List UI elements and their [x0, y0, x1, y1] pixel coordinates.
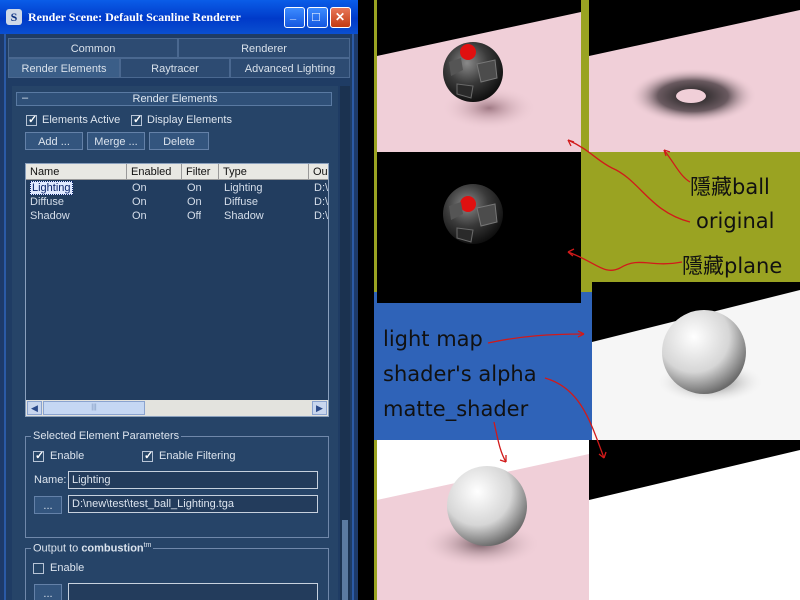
list-row-enabled[interactable]: On: [132, 195, 147, 209]
scroll-left-icon[interactable]: ◀: [27, 401, 42, 415]
tab-render-elements[interactable]: Render Elements: [8, 58, 120, 78]
list-row-enabled[interactable]: On: [132, 209, 147, 223]
combustion-browse-button[interactable]: ...: [34, 584, 62, 600]
close-button[interactable]: ✕: [330, 7, 351, 28]
list-row-name[interactable]: Shadow: [30, 209, 70, 223]
minimize-icon: _: [290, 9, 297, 21]
merge-button[interactable]: Merge ...: [87, 132, 145, 150]
column-header-enabled[interactable]: Enabled: [127, 164, 182, 180]
list-row-output[interactable]: D:\: [314, 209, 328, 223]
list-row-output[interactable]: D:\: [314, 181, 328, 195]
elements-active-label: Elements Active: [42, 114, 121, 126]
3dsmax-app-icon[interactable]: S: [6, 9, 22, 25]
combustion-title-prefix: Output to: [33, 542, 82, 555]
tab-renderer[interactable]: Renderer: [178, 38, 350, 58]
tab-bar: Common Renderer Render Elements Raytrace…: [4, 38, 354, 82]
elements-active-checkbox[interactable]: ✓: [26, 114, 38, 126]
annotation-hide-ball: 隱藏ball: [690, 175, 770, 199]
column-header-type[interactable]: Type: [219, 164, 309, 180]
checkmark-icon: ✓: [133, 114, 143, 126]
delete-button[interactable]: Delete: [149, 132, 209, 150]
maximize-button[interactable]: □: [307, 7, 328, 28]
checkmark-icon: ✓: [28, 114, 38, 126]
tab-advanced-lighting[interactable]: Advanced Lighting: [230, 58, 350, 78]
combustion-enable-label: Enable: [50, 562, 85, 574]
trademark-mark: tm: [143, 542, 152, 549]
annotation-matte-shader: matte_shader: [383, 397, 529, 421]
scrollbar-thumb[interactable]: |||: [43, 401, 145, 415]
maximize-icon: □: [312, 9, 320, 24]
enable-checkbox[interactable]: ✓: [33, 450, 45, 462]
combustion-path-field[interactable]: [68, 583, 318, 600]
list-row-filter[interactable]: On: [187, 195, 202, 209]
minimize-button[interactable]: _: [284, 7, 305, 28]
list-row-name[interactable]: Lighting: [30, 181, 73, 195]
checkmark-icon: ✓: [144, 450, 154, 462]
rollout-title: Render Elements: [132, 93, 218, 105]
render-matte-shader: [589, 440, 800, 600]
name-label: Name:: [34, 474, 67, 486]
element-name-field[interactable]: Lighting: [68, 471, 318, 489]
annotation-light-map: light map: [383, 327, 483, 351]
enable-filtering-label: Enable Filtering: [159, 450, 236, 462]
tab-raytracer[interactable]: Raytracer: [120, 58, 230, 78]
combustion-title-bold: combustion: [81, 542, 144, 555]
list-row-filter[interactable]: On: [187, 181, 202, 195]
column-header-name[interactable]: Name: [26, 164, 127, 180]
black-edge-strip: [358, 0, 374, 600]
combustion-output-title: Output to combustiontm: [31, 542, 154, 555]
tab-common[interactable]: Common: [8, 38, 178, 58]
output-path-field[interactable]: D:\new\test\test_ball_Lighting.tga: [68, 495, 318, 513]
render-light-map: [592, 282, 800, 440]
render-elements-rollout-header[interactable]: – Render Elements: [16, 92, 332, 106]
display-elements-label: Display Elements: [147, 114, 232, 126]
render-hide-ball: [589, 0, 800, 152]
list-row-type[interactable]: Lighting: [224, 181, 263, 195]
enable-filtering-checkbox[interactable]: ✓: [142, 450, 154, 462]
render-shaders-alpha: [377, 440, 589, 600]
list-row-enabled[interactable]: On: [132, 181, 147, 195]
annotation-original: original: [696, 209, 775, 233]
combustion-enable-checkbox[interactable]: [33, 563, 44, 574]
list-row-output[interactable]: D:\: [314, 195, 328, 209]
column-header-output[interactable]: Ou: [309, 164, 328, 180]
annotation-hide-plane: 隱藏plane: [682, 254, 783, 278]
enable-label: Enable: [50, 450, 85, 462]
render-hide-plane: [377, 152, 581, 303]
selected-row-name[interactable]: Lighting: [30, 181, 73, 195]
window-title: Render Scene: Default Scanline Renderer: [28, 10, 241, 24]
render-original: [377, 0, 581, 152]
column-header-filter[interactable]: Filter: [182, 164, 219, 180]
list-row-name[interactable]: Diffuse: [30, 195, 64, 209]
list-row-type[interactable]: Diffuse: [224, 195, 258, 209]
render-scene-dialog: S Render Scene: Default Scanline Rendere…: [0, 0, 358, 600]
scroll-right-icon[interactable]: ▶: [312, 401, 327, 415]
browse-output-button[interactable]: ...: [34, 496, 62, 514]
checkmark-icon: ✓: [35, 450, 45, 462]
list-row-type[interactable]: Shadow: [224, 209, 264, 223]
render-elements-list[interactable]: Name Enabled Filter Type Ou Lighting On …: [25, 163, 329, 417]
close-icon: ✕: [335, 10, 346, 24]
list-horizontal-scrollbar[interactable]: ◀ ||| ▶: [26, 400, 328, 416]
selected-element-parameters-title: Selected Element Parameters: [31, 430, 182, 442]
display-elements-checkbox[interactable]: ✓: [131, 114, 143, 126]
annotation-shaders-alpha: shader's alpha: [383, 362, 537, 386]
panel-scrollbar-thumb[interactable]: [342, 520, 348, 600]
title-bar[interactable]: S Render Scene: Default Scanline Rendere…: [0, 0, 358, 34]
list-row-filter[interactable]: Off: [187, 209, 201, 223]
add-button[interactable]: Add ...: [25, 132, 83, 150]
